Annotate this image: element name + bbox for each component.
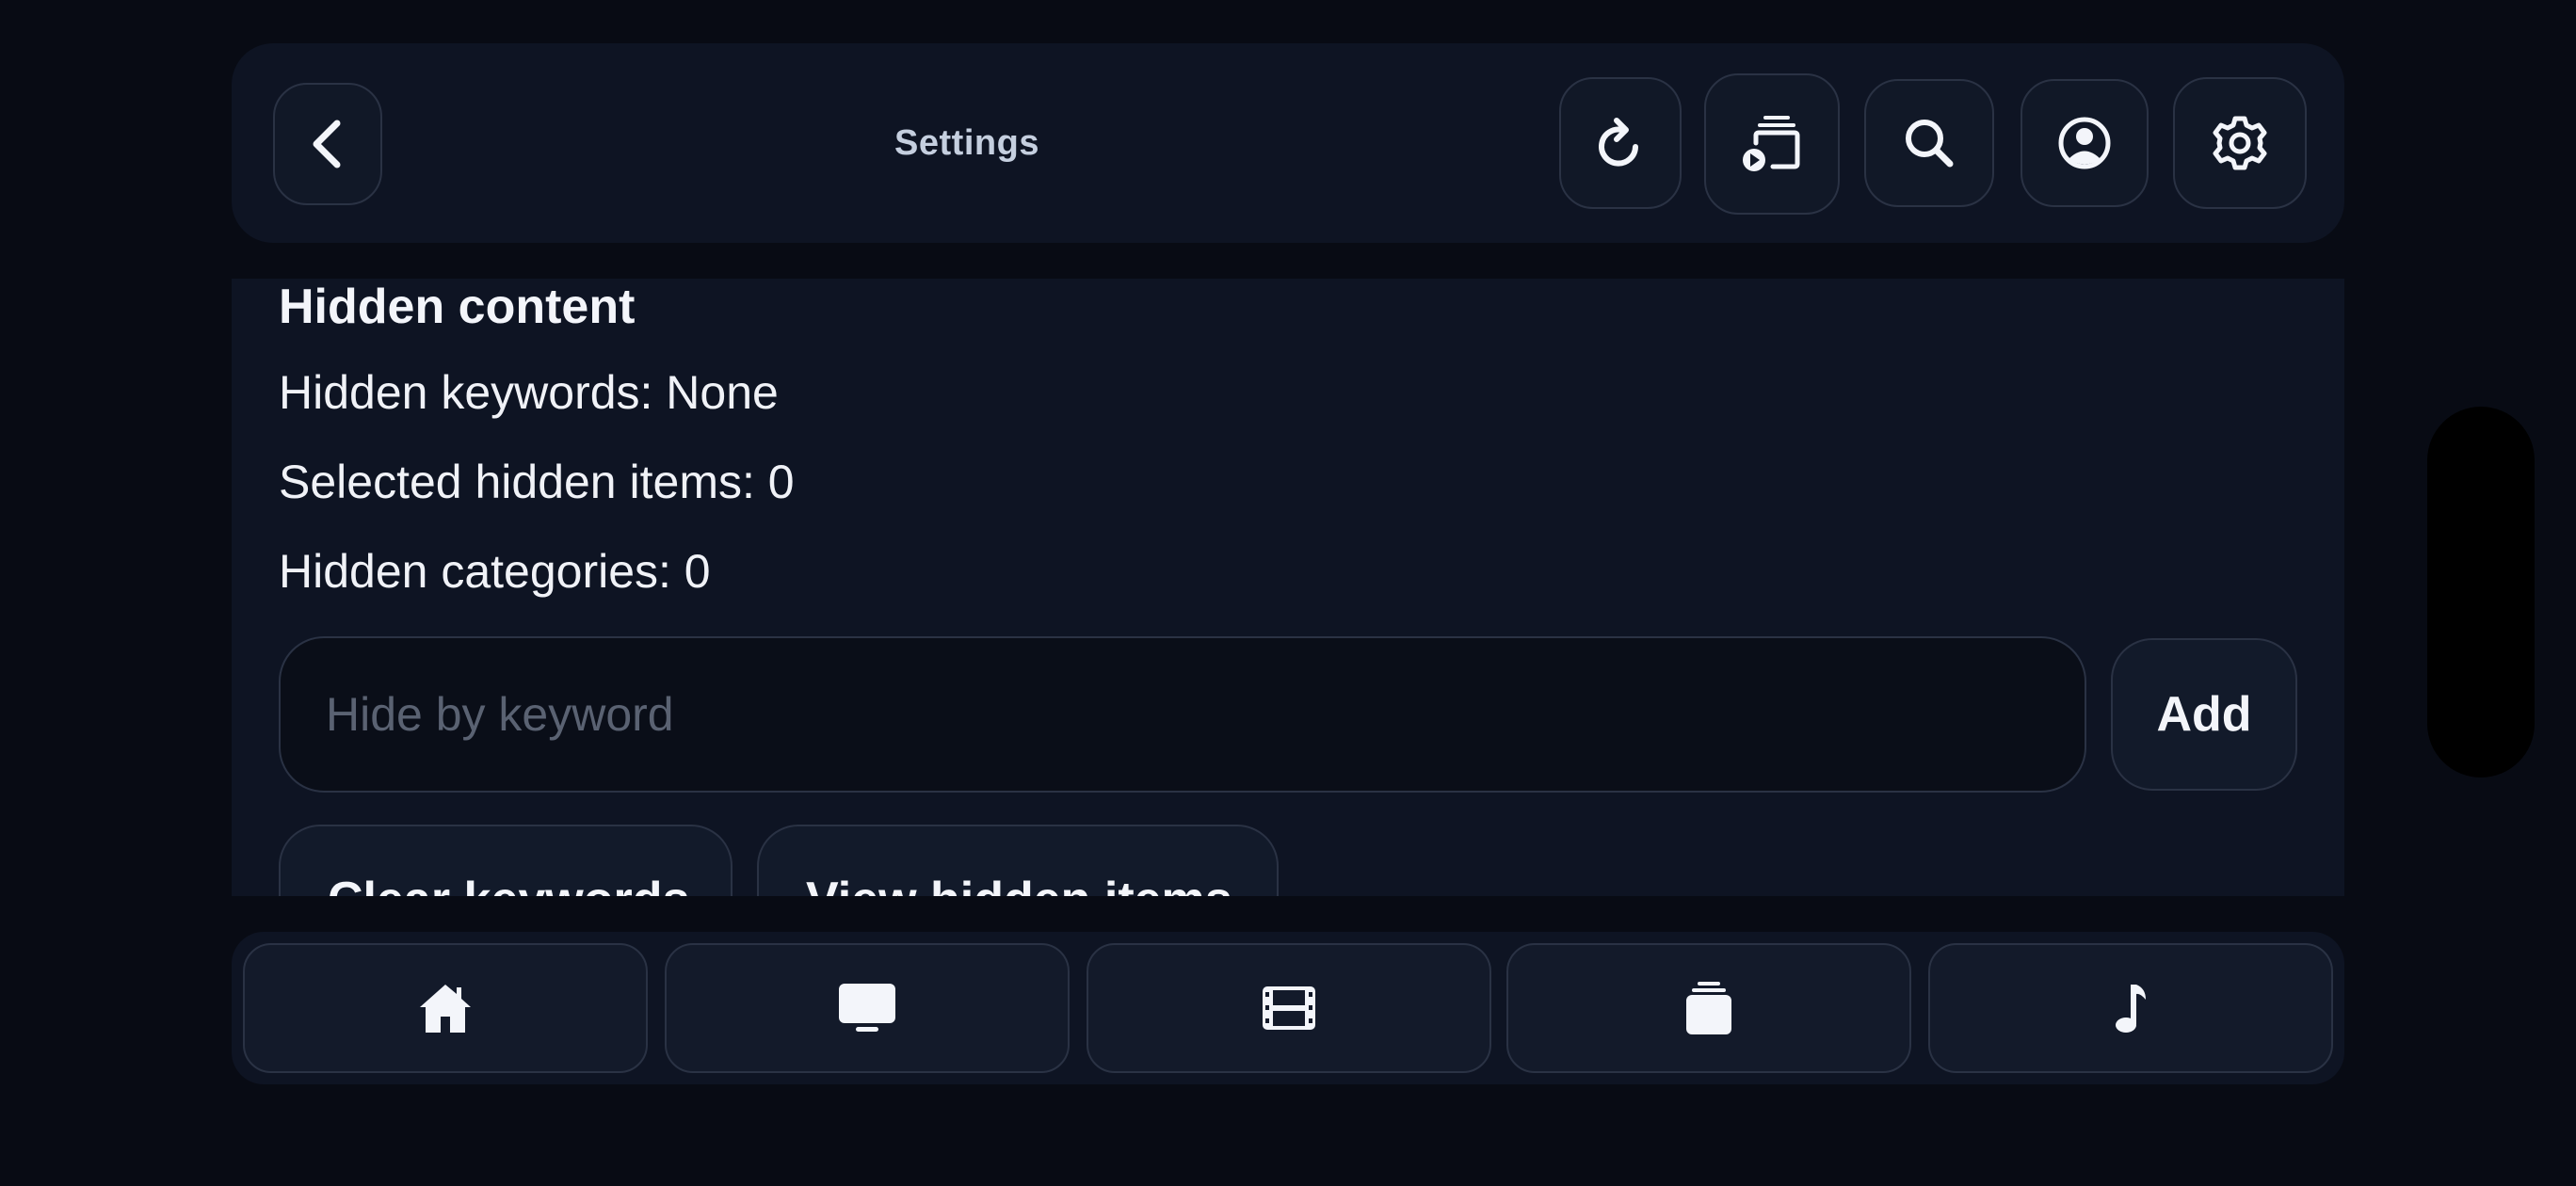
cast-icon xyxy=(1743,116,1800,171)
hidden-categories-text: Hidden categories: 0 xyxy=(279,545,711,598)
nav-music[interactable] xyxy=(1928,943,2333,1073)
settings-button[interactable] xyxy=(2173,77,2307,209)
film-icon xyxy=(1263,986,1315,1030)
page-title: Settings xyxy=(894,122,1039,163)
keyword-input[interactable] xyxy=(279,636,2086,793)
profile-button[interactable] xyxy=(2021,79,2149,207)
stack-icon xyxy=(1686,982,1731,1034)
search-icon xyxy=(1906,120,1954,168)
cast-button[interactable] xyxy=(1704,73,1840,215)
clear-keywords-button[interactable]: Clear keywords xyxy=(279,825,733,896)
app-screen: Settings Hidden content Hidden keywords:… xyxy=(0,0,2576,1186)
back-button[interactable] xyxy=(273,83,382,205)
refresh-button[interactable] xyxy=(1559,77,1682,209)
nav-home[interactable] xyxy=(243,943,648,1073)
nav-collections[interactable] xyxy=(1506,943,1911,1073)
user-circle-icon xyxy=(2058,117,2111,169)
section-title: Hidden content xyxy=(279,280,636,334)
hidden-keywords-text: Hidden keywords: None xyxy=(279,366,779,419)
nav-tv[interactable] xyxy=(665,943,1070,1073)
home-icon xyxy=(420,985,471,1033)
music-note-icon xyxy=(2116,985,2146,1033)
search-button[interactable] xyxy=(1864,79,1994,207)
top-bar: Settings xyxy=(232,43,2344,243)
nav-movies[interactable] xyxy=(1087,943,1491,1073)
settings-content: Hidden content Hidden keywords: None Sel… xyxy=(232,279,2344,896)
bottom-nav xyxy=(232,932,2344,1084)
side-handle xyxy=(2427,407,2535,777)
chevron-left-icon xyxy=(313,120,341,168)
tv-icon xyxy=(839,984,895,1032)
hidden-items-text: Selected hidden items: 0 xyxy=(279,456,795,508)
refresh-icon xyxy=(1599,118,1638,167)
view-hidden-items-button[interactable]: View hidden items xyxy=(757,825,1279,896)
gear-icon xyxy=(2213,116,2267,170)
add-keyword-button[interactable]: Add xyxy=(2111,638,2297,791)
